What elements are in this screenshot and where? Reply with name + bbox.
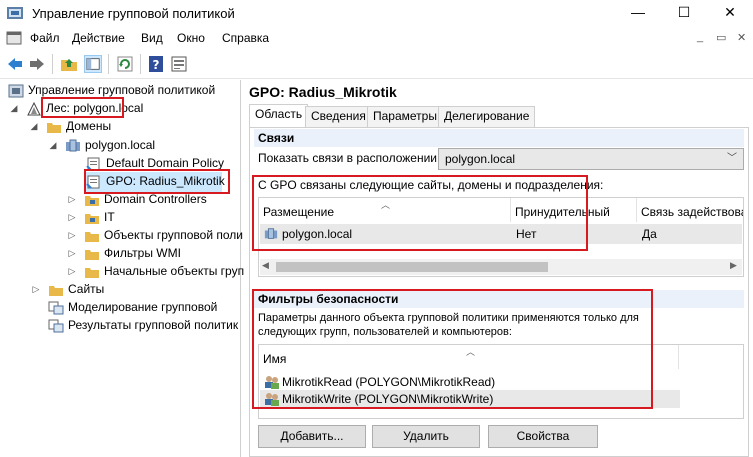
- toolbar: ?: [0, 49, 753, 79]
- domains-folder-icon: [47, 122, 61, 133]
- toolbar-separator: [108, 54, 109, 74]
- highlight-forest: [41, 97, 124, 118]
- toolbar-separator: [52, 54, 53, 74]
- mdi-restore-button[interactable]: ▭: [716, 31, 726, 44]
- menu-action[interactable]: Действие: [72, 31, 125, 45]
- scrollbar-thumb[interactable]: [276, 262, 548, 272]
- forest-icon: [27, 101, 41, 116]
- chevron-down-icon: ﹀: [727, 153, 737, 164]
- tree-results[interactable]: Результаты групповой политик: [48, 316, 238, 334]
- tree-wmi-filters[interactable]: Фильтры WMI: [84, 244, 181, 262]
- folder-icon: [85, 231, 99, 242]
- show-links-label: Показать связи в расположении:: [258, 151, 441, 165]
- tree-domains[interactable]: Домены: [46, 117, 111, 135]
- menu-file[interactable]: Файл: [30, 31, 60, 45]
- title-bar: Управление групповой политикой — ☐ ✕: [0, 0, 753, 27]
- tree-modeling[interactable]: Моделирование групповой: [48, 298, 217, 316]
- chevron-down-icon[interactable]: ◢: [29, 117, 39, 135]
- folder-up-icon[interactable]: [60, 55, 78, 73]
- chevron-right-icon[interactable]: ▷: [67, 208, 77, 226]
- ou-icon: [85, 195, 99, 206]
- minimize-button[interactable]: —: [615, 0, 661, 27]
- highlight-security-filtering: [252, 289, 653, 409]
- remove-button[interactable]: Удалить: [372, 425, 480, 448]
- scroll-right-icon[interactable]: ▶: [730, 260, 737, 271]
- location-value: polygon.local: [445, 152, 516, 166]
- gpmc-icon: [8, 84, 24, 98]
- chevron-down-icon[interactable]: ◢: [9, 99, 19, 117]
- ou-icon: [85, 213, 99, 224]
- properties-button[interactable]: Свойства: [488, 425, 598, 448]
- console-icon: [6, 31, 22, 45]
- tree-sites[interactable]: Сайты: [48, 280, 104, 298]
- gpo-title: GPO: Radius_Mikrotik: [249, 84, 397, 100]
- add-button[interactable]: Добавить...: [258, 425, 366, 448]
- location-dropdown[interactable]: polygon.local ﹀: [438, 148, 744, 170]
- tree-starter-gpos[interactable]: Начальные объекты груп: [84, 262, 244, 280]
- chevron-right-icon[interactable]: ▷: [67, 226, 77, 244]
- menu-bar: Файл Действие Вид Окно Справка _ ▭ ✕: [0, 27, 753, 49]
- back-arrow-icon[interactable]: [6, 55, 24, 73]
- svg-text:?: ?: [153, 58, 160, 72]
- mdi-minimize-button[interactable]: _: [697, 31, 703, 43]
- toolbar-separator: [140, 54, 141, 74]
- horizontal-scrollbar[interactable]: ◀ ▶: [260, 259, 742, 275]
- column-header-link-enabled[interactable]: Связь задействова: [637, 198, 743, 222]
- console-tree-icon[interactable]: [84, 55, 102, 73]
- chevron-right-icon[interactable]: ▷: [67, 190, 77, 208]
- close-button[interactable]: ✕: [707, 0, 753, 27]
- menu-window[interactable]: Окно: [177, 31, 205, 45]
- refresh-icon[interactable]: [116, 55, 134, 73]
- tree-domain[interactable]: polygon.local: [65, 136, 155, 154]
- tab-scope[interactable]: Область: [249, 104, 309, 128]
- chevron-right-icon[interactable]: ▷: [31, 280, 41, 298]
- maximize-button[interactable]: ☐: [661, 0, 707, 27]
- menu-help[interactable]: Справка: [222, 31, 269, 45]
- console-tree: Управление групповой политикой ◢ Лес: po…: [0, 80, 244, 457]
- folder-icon: [85, 267, 99, 278]
- tab-settings[interactable]: Параметры: [367, 106, 443, 127]
- forward-arrow-icon[interactable]: [28, 55, 46, 73]
- properties-icon[interactable]: [170, 55, 188, 73]
- details-pane: GPO: Radius_Mikrotik Область Сведения Па…: [245, 80, 753, 457]
- results-icon: [48, 319, 64, 333]
- window-title: Управление групповой политикой: [32, 6, 235, 21]
- chevron-right-icon[interactable]: ▷: [67, 244, 77, 262]
- domain-icon: [66, 139, 80, 152]
- tab-details[interactable]: Сведения: [305, 106, 372, 127]
- folder-icon: [49, 285, 63, 296]
- folder-icon: [85, 249, 99, 260]
- gpmc-app-icon: [7, 7, 23, 19]
- tree-gpo-objects[interactable]: Объекты групповой поли: [84, 226, 243, 244]
- chevron-right-icon[interactable]: ▷: [67, 262, 77, 280]
- highlight-selected-gpo: [84, 169, 230, 194]
- links-section-header: Связи: [254, 129, 744, 147]
- tree-ou-it[interactable]: IT: [84, 208, 115, 226]
- scroll-left-icon[interactable]: ◀: [262, 260, 269, 271]
- cell-link-enabled: Да: [642, 227, 657, 241]
- tab-delegation[interactable]: Делегирование: [438, 106, 536, 127]
- highlight-links: [252, 175, 588, 251]
- help-icon[interactable]: ?: [147, 55, 165, 73]
- chevron-down-icon[interactable]: ◢: [48, 136, 58, 154]
- modeling-icon: [48, 301, 64, 315]
- mdi-close-button[interactable]: ✕: [737, 31, 746, 44]
- menu-view[interactable]: Вид: [141, 31, 163, 45]
